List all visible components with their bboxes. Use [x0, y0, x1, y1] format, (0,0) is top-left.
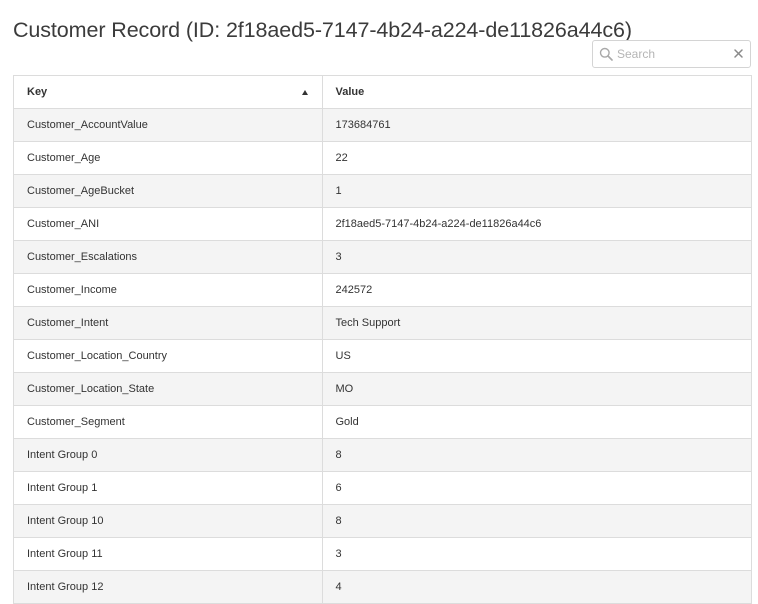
sort-ascending-icon[interactable] — [301, 90, 308, 95]
table-row[interactable]: Customer_ANI 2f18aed5-7147-4b24-a224-de11… — [14, 207, 751, 241]
cell-key: Customer_Intent — [14, 306, 322, 340]
cell-key: Intent Group 12 — [14, 570, 322, 604]
cell-key: Customer_Age — [14, 141, 322, 175]
table-row[interactable]: Customer_Location_Country US — [14, 339, 751, 373]
table-row[interactable]: Customer_Income 242572 — [14, 273, 751, 307]
cell-value: 173684761 — [321, 108, 751, 142]
cell-value: 8 — [321, 504, 751, 538]
table-row[interactable]: Customer_Escalations 3 — [14, 240, 751, 274]
cell-value: 22 — [321, 141, 751, 175]
cell-value: 4 — [321, 570, 751, 604]
cell-value: 2f18aed5-7147-4b24-a224-de11826a44c6 — [321, 207, 751, 241]
cell-value: 6 — [321, 471, 751, 505]
cell-key: Customer_Location_State — [14, 372, 322, 406]
cell-key: Intent Group 1 — [14, 471, 322, 505]
table-row[interactable]: Customer_Location_State MO — [14, 372, 751, 406]
cell-value: US — [321, 339, 751, 373]
search-box[interactable] — [592, 40, 751, 68]
table-row[interactable]: Intent Group 16 — [14, 471, 751, 505]
cell-key: Customer_ANI — [14, 207, 322, 241]
table-row[interactable]: Customer_Age 22 — [14, 141, 751, 175]
cell-value: Gold — [321, 405, 751, 439]
customer-record-table: Key Value Customer_AccountValue 173684761… — [13, 75, 752, 604]
cell-value: 3 — [321, 537, 751, 571]
cell-key: Customer_AgeBucket — [14, 174, 322, 208]
column-header-label: Key — [27, 86, 48, 98]
close-icon[interactable] — [732, 47, 745, 60]
column-header-value[interactable]: Value — [321, 76, 751, 109]
cell-key: Customer_Escalations — [14, 240, 322, 274]
table-row[interactable]: Intent Group 10 8 — [14, 504, 751, 538]
table-row[interactable]: Intent Group 11 3 — [14, 537, 751, 571]
cell-key: Customer_Income — [14, 273, 322, 307]
cell-key: Customer_AccountValue — [14, 108, 322, 142]
column-header-key[interactable]: Key — [14, 76, 322, 109]
search-icon — [599, 47, 613, 61]
cell-value: 242572 — [321, 273, 751, 307]
table-row[interactable]: Customer_AgeBucket 1 — [14, 174, 751, 208]
table-row[interactable]: Customer_AccountValue 173684761 — [14, 108, 751, 142]
table-row[interactable]: Intent Group 12 4 — [14, 570, 751, 604]
cell-value: 3 — [321, 240, 751, 274]
table-row[interactable]: Customer_Intent Tech Support — [14, 306, 751, 340]
cell-key: Intent Group 11 — [14, 537, 322, 571]
cell-key: Customer_Segment — [14, 405, 322, 439]
cell-value: Tech Support — [321, 306, 751, 340]
column-header-label: Value — [335, 86, 365, 98]
page-title: Customer Record (ID: 2f18aed5-7147-4b24-… — [13, 18, 632, 43]
cell-key: Customer_Location_Country — [14, 339, 322, 373]
cell-key: Intent Group 10 — [14, 504, 322, 538]
cell-value: MO — [321, 372, 751, 406]
cell-value: 8 — [321, 438, 751, 472]
cell-key: Intent Group 0 — [14, 438, 322, 472]
table-row[interactable]: Customer_Segment Gold — [14, 405, 751, 439]
cell-value: 1 — [321, 174, 751, 208]
table-row[interactable]: Intent Group 08 — [14, 438, 751, 472]
search-input[interactable] — [617, 44, 727, 64]
table-header-row: Key Value — [14, 76, 751, 109]
